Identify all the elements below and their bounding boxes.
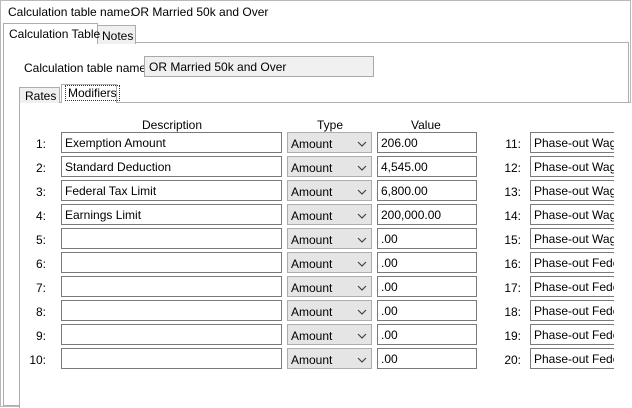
type-select-value: Amount [291,161,333,175]
row-number: 17: [504,281,521,295]
row-number: 4: [35,209,46,223]
type-select[interactable]: Amount [287,156,372,177]
type-select[interactable]: Amount [287,228,372,249]
chevron-down-icon [357,282,367,292]
tab-notes[interactable]: Notes [97,25,136,44]
tab-modifiers[interactable]: Modifiers [61,84,120,103]
description-input[interactable]: Phase-out Wage [530,180,614,201]
type-select-value: Amount [291,233,333,247]
description-input[interactable]: Phase-out Wage [530,204,614,225]
description-input[interactable] [61,348,282,369]
value-input[interactable]: .00 [377,228,477,249]
value-input[interactable]: .00 [377,324,477,345]
type-select-value: Amount [291,281,333,295]
header-table-name: OR Married 50k and Over [131,5,269,19]
row-number: 2: [35,161,46,175]
value-input[interactable]: .00 [377,252,477,273]
type-select[interactable]: Amount [287,300,372,321]
type-select[interactable]: Amount [287,324,372,345]
chevron-down-icon [357,186,367,196]
description-input[interactable]: Phase-out Feder [530,276,614,297]
type-select-value: Amount [291,257,333,271]
chevron-down-icon [357,354,367,364]
value-input[interactable]: .00 [377,300,477,321]
type-select[interactable]: Amount [287,180,372,201]
type-select[interactable]: Amount [287,348,372,369]
type-select[interactable]: Amount [287,252,372,273]
description-input[interactable]: Phase-out Wage [530,156,614,177]
type-select-value: Amount [291,209,333,223]
description-input[interactable]: Phase-out Feder [530,348,614,369]
row-number: 19: [504,329,521,343]
type-column-header: Type [317,118,344,132]
description-input[interactable] [61,276,282,297]
type-select[interactable]: Amount [287,204,372,225]
row-number: 11: [505,137,521,151]
type-select[interactable]: Amount [287,132,372,153]
value-input[interactable]: 200,000.00 [377,204,477,225]
value-input[interactable]: .00 [377,276,477,297]
table-name-field[interactable]: OR Married 50k and Over [144,56,374,77]
description-input[interactable] [61,252,282,273]
value-input[interactable]: 4,545.00 [377,156,477,177]
chevron-down-icon [357,306,367,316]
row-number: 18: [504,305,521,319]
row-number: 6: [35,257,46,271]
row-number: 14: [504,209,521,223]
value-input[interactable]: 6,800.00 [377,180,477,201]
row-number: 5: [35,233,46,247]
description-input[interactable]: Phase-out Feder [530,252,614,273]
chevron-down-icon [357,162,367,172]
description-input[interactable]: Phase-out Feder [530,300,614,321]
type-select-value: Amount [291,353,333,367]
row-number: 16: [504,257,521,271]
tab-rates[interactable]: Rates [19,87,60,103]
description-input[interactable]: Exemption Amount [61,132,282,153]
chevron-down-icon [357,258,367,268]
description-input[interactable] [61,228,282,249]
description-input[interactable]: Phase-out Wage [530,132,614,153]
type-select-value: Amount [291,305,333,319]
description-column-header: Description [142,118,203,132]
type-select-value: Amount [291,185,333,199]
chevron-down-icon [357,330,367,340]
value-input[interactable]: 206.00 [377,132,477,153]
value-column-header: Value [411,118,441,132]
row-number: 7: [35,281,46,295]
description-input[interactable]: Federal Tax Limit [61,180,282,201]
row-number: 20: [504,353,521,367]
description-input[interactable] [61,300,282,321]
chevron-down-icon [357,234,367,244]
value-input[interactable]: .00 [377,348,477,369]
row-number: 13: [504,185,521,199]
description-input[interactable]: Phase-out Feder [530,324,614,345]
tab-modifiers-label: Modifiers [65,85,120,101]
description-input[interactable] [61,324,282,345]
tab-calculation-table[interactable]: Calculation Table [3,23,100,44]
row-number: 10: [29,353,46,367]
row-number: 8: [35,305,46,319]
row-number: 12: [504,161,521,175]
row-number: 1: [35,137,46,151]
description-input[interactable]: Phase-out Wage [530,228,614,249]
row-number: 15: [504,233,521,247]
chevron-down-icon [357,210,367,220]
description-input[interactable]: Earnings Limit [61,204,282,225]
type-select[interactable]: Amount [287,276,372,297]
type-select-value: Amount [291,137,333,151]
row-number: 9: [35,329,46,343]
chevron-down-icon [357,138,367,148]
table-name-label: Calculation table name: [24,61,150,75]
type-select-value: Amount [291,329,333,343]
description-input[interactable]: Standard Deduction [61,156,282,177]
header-label: Calculation table name: [8,5,134,19]
row-number: 3: [35,185,46,199]
